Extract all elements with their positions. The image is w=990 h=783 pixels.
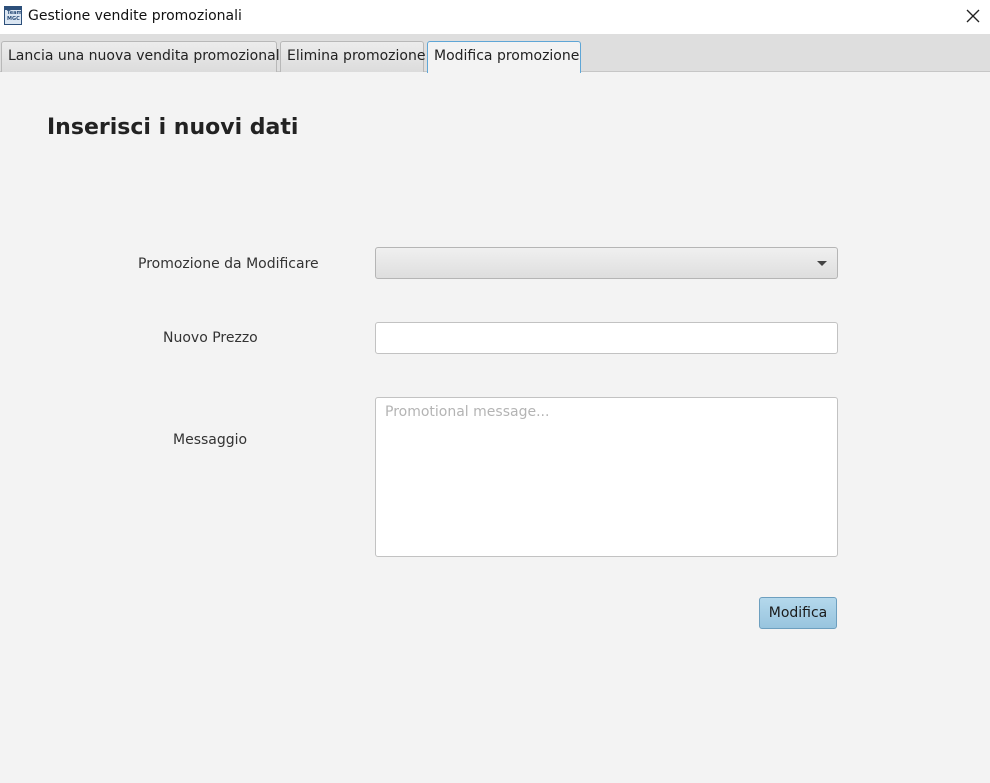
close-icon[interactable] (962, 5, 984, 27)
message-textarea[interactable] (375, 397, 838, 557)
price-input[interactable] (375, 322, 838, 354)
page-heading: Inserisci i nuovi dati (47, 115, 299, 140)
tab-lancia-vendita[interactable]: Lancia una nuova vendita promozionale (1, 41, 288, 72)
promotion-select[interactable] (375, 247, 838, 279)
message-label: Messaggio (173, 432, 248, 448)
price-label: Nuovo Prezzo (163, 330, 258, 346)
tab-bar: Lancia una nuova vendita promozionale El… (0, 34, 990, 73)
tab-elimina-promozione[interactable]: Elimina promozione (280, 41, 425, 72)
window-title: Gestione vendite promozionali (28, 8, 242, 24)
title-bar: Team MGC Gestione vendite promozionali (0, 0, 990, 34)
promo-label: Promozione da Modificare (138, 256, 319, 272)
modifica-button[interactable]: Modifica (759, 597, 837, 629)
tab-modifica-promozione[interactable]: Modifica promozione (427, 41, 581, 73)
app-logo-icon: Team MGC (4, 6, 22, 25)
chevron-down-icon (817, 261, 827, 266)
app-logo-text-bottom: MGC (7, 16, 20, 22)
